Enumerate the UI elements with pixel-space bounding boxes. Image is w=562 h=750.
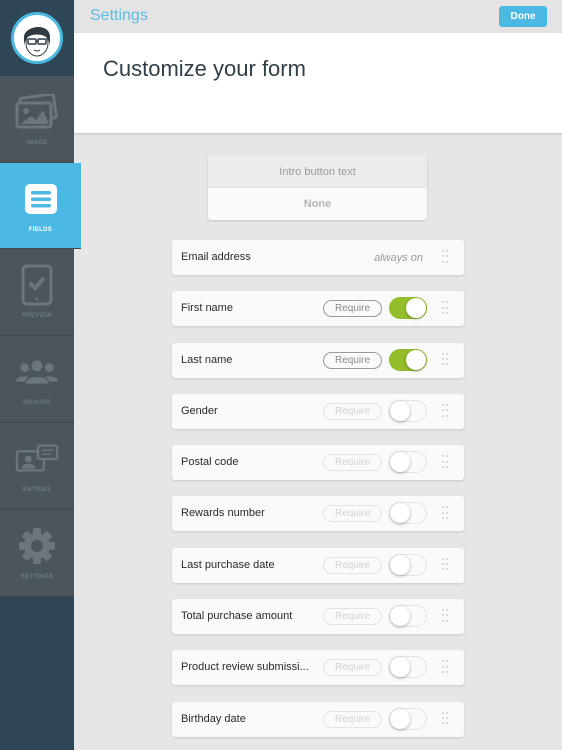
field-row: Birthday date Require bbox=[172, 701, 464, 737]
sidebar-item-label: PREVIEW bbox=[22, 313, 52, 319]
sidebar-item-label: ENTRIES bbox=[22, 487, 52, 493]
field-toggle[interactable] bbox=[389, 553, 427, 576]
screen-title: Settings bbox=[90, 7, 148, 24]
field-row-email: Email address always on bbox=[172, 240, 464, 275]
field-row: Rewards number Require bbox=[172, 496, 464, 532]
require-button[interactable]: Require bbox=[323, 556, 382, 574]
drag-handle-icon[interactable] bbox=[442, 250, 448, 264]
drag-handle-icon[interactable] bbox=[442, 557, 448, 572]
sidebar-item-groups[interactable]: GROUPS bbox=[0, 336, 74, 423]
field-row: Gender Require bbox=[172, 393, 464, 429]
require-button[interactable]: Require bbox=[323, 608, 382, 626]
sidebar-item-preview[interactable]: PREVIEW bbox=[0, 249, 74, 336]
intro-button-text-value[interactable]: None bbox=[208, 188, 427, 220]
tablet-check-icon bbox=[15, 264, 59, 306]
toggle-knob bbox=[406, 298, 426, 319]
drag-handle-icon[interactable] bbox=[442, 660, 448, 674]
field-toggle[interactable] bbox=[389, 605, 427, 628]
field-name: Rewards number bbox=[181, 507, 265, 520]
drag-handle-icon[interactable] bbox=[442, 711, 448, 726]
sidebar-item-image[interactable]: IMAGE bbox=[0, 76, 74, 163]
avatar[interactable] bbox=[11, 12, 63, 64]
field-name: Total purchase amount bbox=[181, 610, 293, 623]
sidebar-item-label: IMAGE bbox=[26, 140, 48, 146]
require-button[interactable]: Require bbox=[323, 454, 382, 472]
field-name: Last purchase date bbox=[181, 558, 275, 571]
sidebar-item-label: FIELDS bbox=[28, 226, 53, 233]
field-row: Postal code Require bbox=[172, 445, 464, 481]
avatar-area bbox=[0, 0, 74, 76]
avatar-icon bbox=[23, 26, 51, 57]
always-on-label: always on bbox=[374, 252, 423, 264]
intro-button-text-label: Intro button text bbox=[208, 156, 427, 188]
toggle-knob bbox=[390, 452, 410, 473]
field-toggle[interactable] bbox=[389, 502, 427, 525]
drag-handle-icon[interactable] bbox=[442, 609, 448, 623]
sidebar-item-label: SETTINGS bbox=[20, 574, 54, 580]
require-button[interactable]: Require bbox=[323, 505, 382, 523]
field-toggle[interactable] bbox=[389, 348, 427, 371]
drag-handle-icon[interactable] bbox=[442, 301, 448, 315]
image-icon bbox=[15, 92, 59, 132]
toggle-knob bbox=[406, 349, 426, 370]
field-row: Total purchase amount Require bbox=[172, 599, 464, 635]
field-name: Email address bbox=[181, 251, 251, 263]
drag-handle-icon[interactable] bbox=[442, 403, 448, 418]
field-toggle[interactable] bbox=[389, 451, 427, 474]
people-icon bbox=[15, 352, 59, 392]
sidebar: IMAGE FIELDS PREVIEW GROUPS ENTRIES SETT… bbox=[0, 0, 81, 750]
sidebar-item-label: GROUPS bbox=[23, 400, 51, 406]
field-name: First name bbox=[181, 302, 233, 315]
toggle-knob bbox=[390, 657, 410, 678]
toggle-knob bbox=[390, 400, 410, 421]
top-bar: Settings Done bbox=[74, 0, 562, 33]
field-row: Last name Require bbox=[172, 342, 464, 378]
page-title: Customize your form bbox=[103, 56, 306, 81]
toggle-knob bbox=[390, 606, 410, 627]
field-name: Gender bbox=[181, 404, 218, 417]
done-button[interactable]: Done bbox=[499, 6, 547, 27]
entries-icon bbox=[15, 439, 59, 479]
require-button[interactable]: Require bbox=[323, 351, 382, 369]
field-name: Birthday date bbox=[181, 712, 246, 725]
drag-handle-icon[interactable] bbox=[442, 352, 448, 367]
field-name: Product review submissi... bbox=[181, 661, 309, 674]
field-toggle[interactable] bbox=[389, 399, 427, 422]
sidebar-item-entries[interactable]: ENTRIES bbox=[0, 423, 74, 510]
field-list: Email address always on First name Requir… bbox=[172, 240, 464, 750]
field-name: Postal code bbox=[181, 456, 239, 469]
toggle-knob bbox=[390, 708, 410, 729]
toggle-knob bbox=[390, 554, 410, 575]
intro-button-text-field[interactable]: Intro button text None bbox=[208, 156, 427, 220]
field-toggle[interactable] bbox=[389, 297, 427, 320]
require-button[interactable]: Require bbox=[323, 659, 382, 677]
toggle-knob bbox=[390, 503, 410, 524]
field-toggle[interactable] bbox=[389, 707, 427, 730]
drag-handle-icon[interactable] bbox=[442, 506, 448, 520]
field-toggle[interactable] bbox=[389, 656, 427, 679]
gear-icon bbox=[15, 526, 59, 566]
field-row: Product review submissi... Require bbox=[172, 650, 464, 686]
drag-handle-icon[interactable] bbox=[442, 455, 448, 469]
field-row: First name Require bbox=[172, 291, 464, 327]
field-row: Last purchase date Require bbox=[172, 547, 464, 583]
require-button[interactable]: Require bbox=[323, 710, 382, 728]
require-button[interactable]: Require bbox=[323, 300, 382, 318]
field-name: Last name bbox=[181, 353, 233, 366]
list-icon bbox=[19, 179, 63, 219]
app: IMAGE FIELDS PREVIEW GROUPS ENTRIES SETT… bbox=[0, 0, 562, 750]
require-button[interactable]: Require bbox=[323, 402, 382, 420]
sidebar-item-fields[interactable]: FIELDS bbox=[0, 163, 81, 249]
page-header: Customize your form bbox=[74, 33, 562, 133]
sidebar-item-settings[interactable]: SETTINGS bbox=[0, 510, 74, 597]
